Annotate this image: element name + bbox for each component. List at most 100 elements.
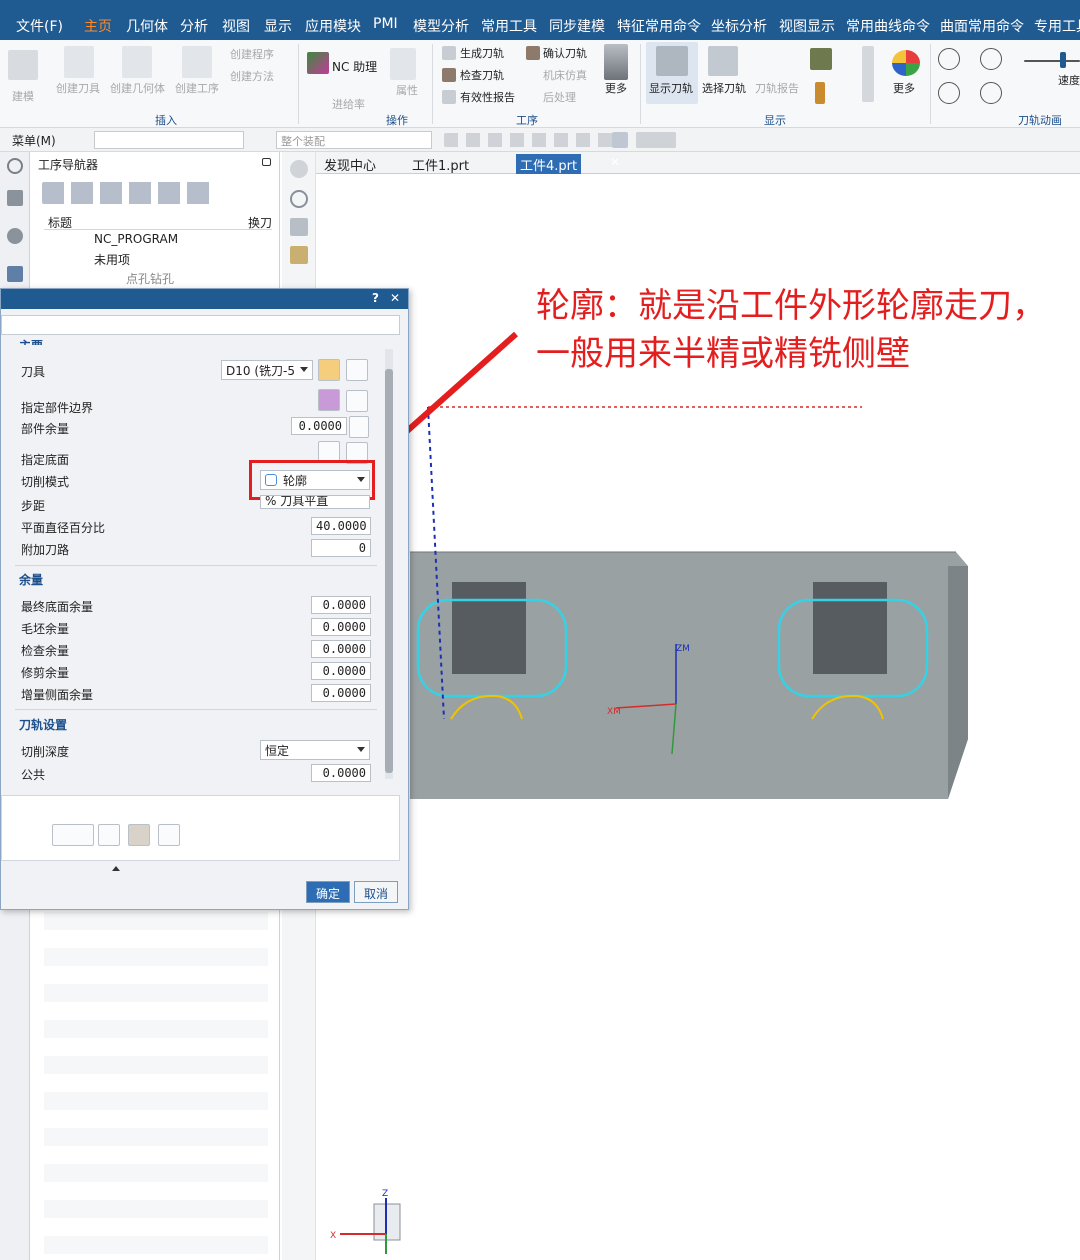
rotate-icon[interactable] <box>290 190 308 208</box>
part-navigator-icon[interactable] <box>7 190 23 206</box>
verify-icon[interactable] <box>128 824 150 846</box>
menu-coordinate-analysis[interactable]: 坐标分析 <box>711 16 767 36</box>
nc-assist-button[interactable]: NC 助理 <box>332 58 377 75</box>
tab-part1[interactable]: 工件1.prt <box>408 154 473 174</box>
navigator-view-icons[interactable] <box>42 182 212 204</box>
rewind-icon[interactable] <box>938 82 960 104</box>
generate-path-button[interactable]: 生成刀轨 <box>460 45 504 61</box>
common-field[interactable]: 0.0000 <box>311 764 371 782</box>
close-dialog-icon[interactable]: ✕ <box>390 291 400 305</box>
ok-button[interactable]: 确定 <box>306 881 350 903</box>
tree-item-spot-drill[interactable]: 点孔钻孔 <box>126 270 174 287</box>
view-icons[interactable] <box>636 132 676 148</box>
speed-slider[interactable] <box>1024 60 1080 62</box>
help-icon[interactable]: ? <box>372 291 379 305</box>
menu-applications[interactable]: 应用模块 <box>305 16 361 36</box>
create-operation-button[interactable]: 创建工序 <box>175 80 219 96</box>
wall-stock-field[interactable]: 0.0000 <box>311 684 371 702</box>
new-tool-icon[interactable] <box>318 359 340 381</box>
play-icon[interactable] <box>980 48 1002 70</box>
menu-home[interactable]: 主页 <box>84 16 112 42</box>
menu-geometry[interactable]: 几何体 <box>126 16 168 36</box>
menu-view-display[interactable]: 视图显示 <box>779 16 835 36</box>
extra-passes-field[interactable]: 0 <box>311 539 371 557</box>
snap-icons[interactable] <box>444 133 614 147</box>
modeling-button[interactable]: 建模 <box>12 88 34 104</box>
section-stock[interactable]: 余量 <box>19 571 43 588</box>
blank-stock-field[interactable]: 0.0000 <box>311 618 371 636</box>
dialog-scrollbar[interactable] <box>385 349 393 779</box>
menu-file[interactable]: 文件(F) <box>16 16 63 36</box>
menu-view[interactable]: 视图 <box>222 16 250 36</box>
tree-item-unused[interactable]: 未用项 <box>94 251 130 268</box>
menu-display[interactable]: 显示 <box>264 16 292 36</box>
menu-common-tools[interactable]: 常用工具 <box>481 16 537 36</box>
tree-item-nc-program[interactable]: NC_PROGRAM <box>94 232 178 246</box>
menu-feature-commands[interactable]: 特征常用命令 <box>617 16 701 36</box>
section-path-settings[interactable]: 刀轨设置 <box>19 716 67 733</box>
menu-special-tools[interactable]: 专用工具 <box>1034 16 1080 36</box>
more-operations-button[interactable]: 更多 <box>605 80 627 96</box>
mcs-icon[interactable] <box>612 132 628 148</box>
menu-curve-commands[interactable]: 常用曲线命令 <box>846 16 930 36</box>
path-report-button[interactable]: 刀轨报告 <box>755 80 799 96</box>
maximize-icon[interactable] <box>262 158 271 166</box>
tab-part4[interactable]: 工件4.prt <box>516 154 582 174</box>
measure-icon[interactable] <box>290 218 308 236</box>
create-method-button[interactable]: 创建方法 <box>230 68 274 84</box>
collapse-icon[interactable] <box>112 866 120 871</box>
create-program-button[interactable]: 创建程序 <box>230 46 274 62</box>
display-path-button[interactable]: 显示刀轨 <box>649 80 693 96</box>
post-process-button[interactable]: 后处理 <box>543 89 576 105</box>
orient-icon[interactable] <box>290 160 308 178</box>
part-stock-field[interactable]: 0.0000 <box>291 417 347 435</box>
tool-dropdown[interactable]: D10 (铣刀-5 <box>221 360 313 380</box>
gear-icon[interactable] <box>7 158 23 174</box>
operation-navigator-icon[interactable] <box>7 266 23 282</box>
scrollbar-thumb[interactable] <box>385 369 393 773</box>
diameter-percent-field[interactable]: 40.0000 <box>311 517 371 535</box>
stepover-dropdown[interactable]: % 刀具平直 <box>260 495 370 509</box>
generate-icon[interactable] <box>52 824 94 846</box>
menu-analysis[interactable]: 分析 <box>180 16 208 36</box>
properties-button[interactable]: 属性 <box>396 82 418 98</box>
cancel-button[interactable]: 取消 <box>354 881 398 903</box>
replay-icon[interactable] <box>98 824 120 846</box>
close-tab-icon[interactable]: ✕ <box>610 155 620 169</box>
select-path-button[interactable]: 选择刀轨 <box>702 80 746 96</box>
eye-icon[interactable] <box>346 390 368 412</box>
tab-discovery[interactable]: 发现中心 <box>320 154 380 174</box>
col-tool-change[interactable]: 换刀 <box>248 214 272 231</box>
assembly-navigator-icon[interactable] <box>7 228 23 244</box>
menu-pmi[interactable]: PMI <box>373 16 398 32</box>
lock-icon[interactable] <box>349 416 369 438</box>
section-main-partial[interactable]: 主要 <box>19 337 43 345</box>
verify-path-button[interactable]: 确认刀轨 <box>543 45 587 61</box>
dialog-search-field[interactable] <box>1 315 400 335</box>
speed-slider-thumb[interactable] <box>1060 52 1066 68</box>
check-path-button[interactable]: 检查刀轨 <box>460 67 504 83</box>
step-back-icon[interactable] <box>938 48 960 70</box>
forward-icon[interactable] <box>980 82 1002 104</box>
cut-depth-dropdown[interactable]: 恒定 <box>260 740 370 760</box>
col-title[interactable]: 标题 <box>48 214 72 231</box>
type-filter-combo[interactable] <box>94 131 244 149</box>
part-boundary-icon[interactable] <box>318 389 340 411</box>
trim-stock-field[interactable]: 0.0000 <box>311 662 371 680</box>
assembly-scope-combo[interactable]: 整个装配 <box>276 131 432 149</box>
feed-rate-button[interactable]: 进给率 <box>332 96 365 112</box>
menu-surface-commands[interactable]: 曲面常用命令 <box>940 16 1024 36</box>
menu-model-analysis[interactable]: 模型分析 <box>413 16 469 36</box>
final-floor-stock-field[interactable]: 0.0000 <box>311 596 371 614</box>
list-icon[interactable] <box>158 824 180 846</box>
create-geometry-button[interactable]: 创建几何体 <box>110 80 165 96</box>
machine-sim-button[interactable]: 机床仿真 <box>543 67 587 83</box>
check-stock-field[interactable]: 0.0000 <box>311 640 371 658</box>
edit-tool-icon[interactable] <box>346 359 368 381</box>
menu-button[interactable]: 菜单(M) <box>12 132 56 149</box>
create-tool-button[interactable]: 创建刀具 <box>56 80 100 96</box>
validity-report-button[interactable]: 有效性报告 <box>460 89 515 105</box>
menu-sync-modeling[interactable]: 同步建模 <box>549 16 605 36</box>
more-display-button[interactable]: 更多 <box>893 80 915 96</box>
brush-icon[interactable] <box>290 246 308 264</box>
